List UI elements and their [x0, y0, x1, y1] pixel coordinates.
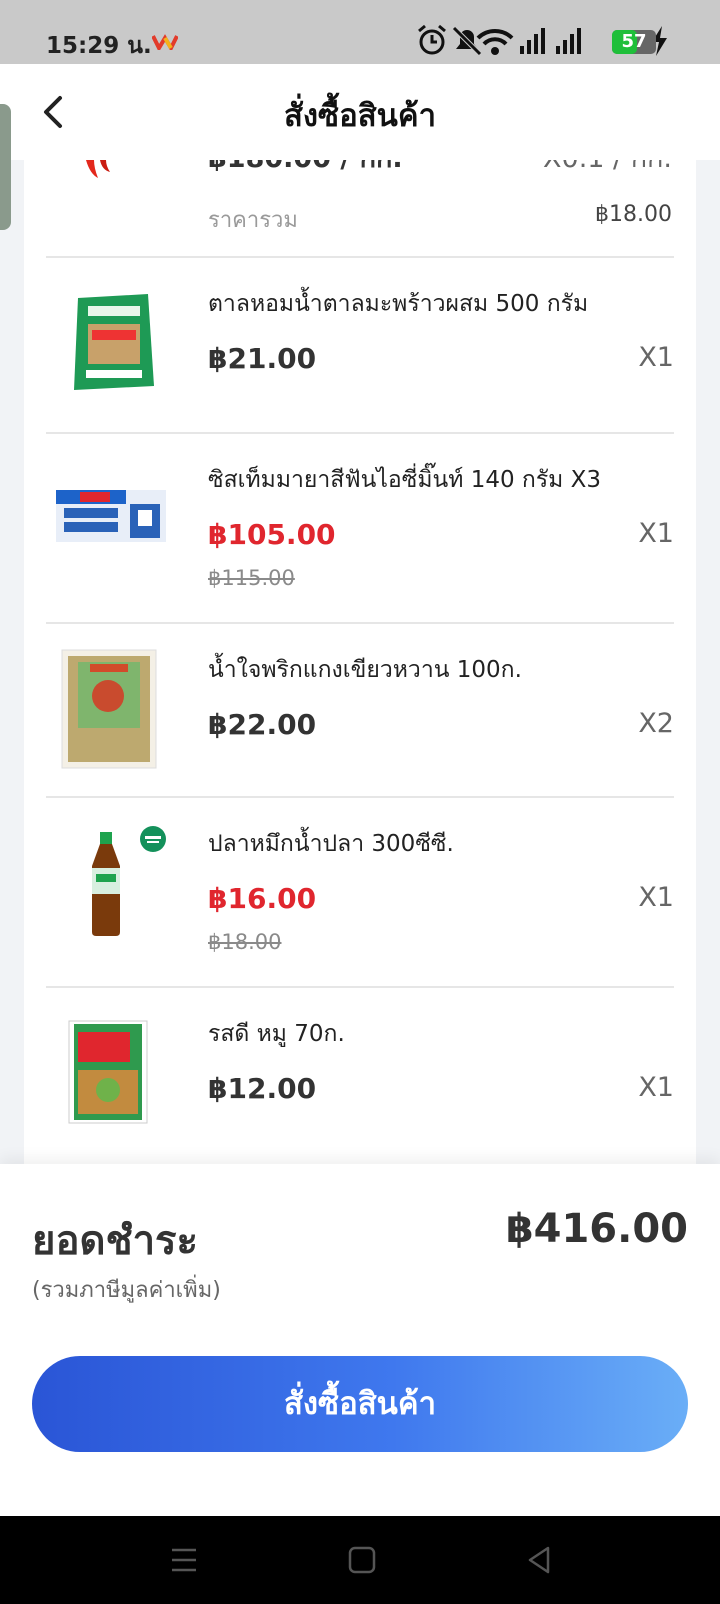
product-image [92, 832, 120, 936]
item-name: ตาลหอมน้ำตาลมะพร้าวผสม 500 กรัม [208, 291, 589, 317]
item-sale-price: ฿16.00 [208, 882, 317, 915]
alarm-icon [418, 24, 446, 55]
app-notification-icon [152, 34, 178, 50]
list-item[interactable]: ปลาหมึกน้ำปลา 300ซีซี. ฿16.00 ฿18.00 X1 [46, 796, 674, 986]
app-header: สั่งซื้อสินค้า [0, 64, 720, 160]
signal-icon [520, 28, 545, 54]
signal-icon-2 [556, 28, 581, 54]
item-quantity: X1 [638, 1072, 674, 1103]
item-total-label: ราคารวม [208, 208, 298, 233]
item-quantity: X1 [638, 882, 674, 913]
payment-total-amount: ฿416.00 [505, 1206, 688, 1252]
product-image [61, 649, 157, 769]
item-quantity: X1 [638, 518, 674, 549]
side-drawer-handle[interactable] [0, 104, 11, 230]
battery-percent: 57 [621, 31, 647, 52]
system-nav-bar [0, 1516, 720, 1604]
wifi-icon [476, 28, 514, 55]
item-name: รสดี หมู 70ก. [208, 1021, 345, 1047]
item-price: ฿180.00 / กก. [208, 160, 403, 179]
status-time: 15:29 น. [46, 33, 152, 59]
product-image [56, 490, 166, 542]
halal-badge-icon [140, 826, 166, 852]
item-quantity: X0.1 / กก. [543, 160, 672, 179]
back-icon[interactable] [520, 1542, 560, 1578]
item-quantity: X1 [638, 342, 674, 373]
product-image [68, 1020, 148, 1124]
order-item-list[interactable]: ฿180.00 / กก. X0.1 / กก. ราคารวม ฿18.00 … [24, 160, 696, 1164]
menu-icon[interactable] [164, 1542, 204, 1578]
home-icon[interactable] [342, 1542, 382, 1578]
payment-total-label: ยอดชำระ [32, 1218, 199, 1264]
page-title: สั่งซื้อสินค้า [284, 98, 436, 134]
item-name: ปลาหมึกน้ำปลา 300ซีซี. [208, 831, 454, 857]
product-image [74, 294, 154, 390]
item-original-price: ฿115.00 [208, 566, 295, 590]
list-item[interactable]: ซิสเท็มมายาสีฟันไอซี่มิ๊นท์ 140 กรัม X3 … [46, 432, 674, 622]
item-price: ฿21.00 [208, 342, 317, 375]
list-item[interactable]: น้ำใจพริกแกงเขียวหวาน 100ก. ฿22.00 X2 [46, 622, 674, 796]
product-image [86, 160, 110, 178]
list-item[interactable]: ตาลหอมน้ำตาลมะพร้าวผสม 500 กรัม ฿21.00 X… [46, 256, 674, 432]
list-item: ฿180.00 / กก. X0.1 / กก. ราคารวม ฿18.00 [24, 160, 696, 264]
battery-icon: 57 [612, 30, 656, 54]
vat-note: (รวมภาษีมูลค่าเพิ่ม) [32, 1278, 221, 1303]
item-price: ฿12.00 [208, 1072, 317, 1105]
item-name: ซิสเท็มมายาสีฟันไอซี่มิ๊นท์ 140 กรัม X3 [208, 467, 602, 493]
item-total-value: ฿18.00 [595, 202, 672, 227]
place-order-button[interactable]: สั่งซื้อสินค้า [32, 1356, 688, 1452]
mute-icon [452, 26, 482, 56]
checkout-summary: ยอดชำระ (รวมภาษีมูลค่าเพิ่ม) ฿416.00 สั่… [0, 1164, 720, 1516]
item-quantity: X2 [638, 708, 674, 739]
item-sale-price: ฿105.00 [208, 518, 336, 551]
list-item[interactable]: รสดี หมู 70ก. ฿12.00 X1 [46, 986, 674, 1164]
status-bar: 15:29 น. 57 [0, 0, 720, 64]
item-name: น้ำใจพริกแกงเขียวหวาน 100ก. [208, 657, 522, 683]
item-original-price: ฿18.00 [208, 930, 282, 954]
item-price: ฿22.00 [208, 708, 317, 741]
